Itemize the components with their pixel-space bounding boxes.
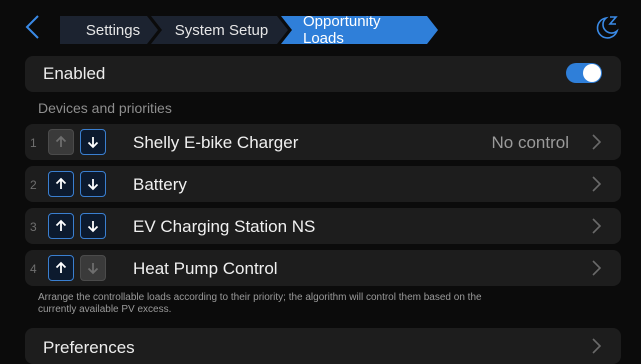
- priority-index: 3: [30, 220, 37, 234]
- device-name: EV Charging Station NS: [133, 217, 316, 236]
- chevron-right-icon: [592, 176, 601, 192]
- sleep-moon-icon[interactable]: [592, 12, 622, 42]
- enabled-toggle[interactable]: [566, 63, 602, 83]
- breadcrumb: Settings System Setup Opportunity Loads: [60, 16, 431, 44]
- breadcrumb-opportunity-loads: Opportunity Loads: [281, 16, 438, 44]
- move-up-button[interactable]: [48, 171, 74, 197]
- priority-hint-text: Arrange the controllable loads according…: [38, 292, 482, 315]
- priority-index: 1: [30, 136, 37, 150]
- device-name: Battery: [133, 175, 187, 194]
- move-down-button[interactable]: [80, 171, 106, 197]
- chevron-right-icon: [592, 260, 601, 276]
- section-title: Devices and priorities: [38, 100, 172, 116]
- arrow-down-icon: [87, 179, 99, 191]
- preferences-row[interactable]: Preferences: [25, 328, 621, 364]
- arrow-up-icon: [55, 219, 67, 231]
- move-up-button[interactable]: [48, 255, 74, 281]
- toggle-knob: [583, 64, 601, 82]
- arrow-down-icon: [87, 263, 99, 275]
- enabled-label: Enabled: [43, 64, 106, 83]
- chevron-right-icon: [592, 218, 601, 234]
- arrow-up-icon: [55, 177, 67, 189]
- chevron-right-icon: [592, 338, 601, 354]
- move-up-button: [48, 129, 74, 155]
- move-down-button: [80, 255, 106, 281]
- arrow-down-icon: [87, 137, 99, 149]
- enabled-setting-row: Enabled: [25, 56, 621, 92]
- arrow-up-icon: [55, 135, 67, 147]
- back-chevron-icon[interactable]: [22, 14, 44, 40]
- preferences-label: Preferences: [43, 338, 135, 357]
- move-down-button[interactable]: [80, 213, 106, 239]
- move-down-button[interactable]: [80, 129, 106, 155]
- arrow-up-icon: [55, 261, 67, 273]
- device-row-heat-pump-control[interactable]: [25, 250, 621, 286]
- chevron-right-icon: [592, 134, 601, 150]
- breadcrumb-settings[interactable]: Settings: [60, 16, 158, 44]
- priority-index: 2: [30, 178, 37, 192]
- move-up-button[interactable]: [48, 213, 74, 239]
- device-name: Heat Pump Control: [133, 259, 278, 278]
- priority-index: 4: [30, 262, 37, 276]
- breadcrumb-system-setup[interactable]: System Setup: [151, 16, 288, 44]
- top-bar: Settings System Setup Opportunity Loads: [0, 0, 641, 50]
- device-row-ev-charging-station[interactable]: [25, 208, 621, 244]
- device-name: Shelly E-bike Charger: [133, 133, 299, 152]
- arrow-down-icon: [87, 221, 99, 233]
- device-row-battery[interactable]: [25, 166, 621, 202]
- device-status: No control: [491, 133, 569, 152]
